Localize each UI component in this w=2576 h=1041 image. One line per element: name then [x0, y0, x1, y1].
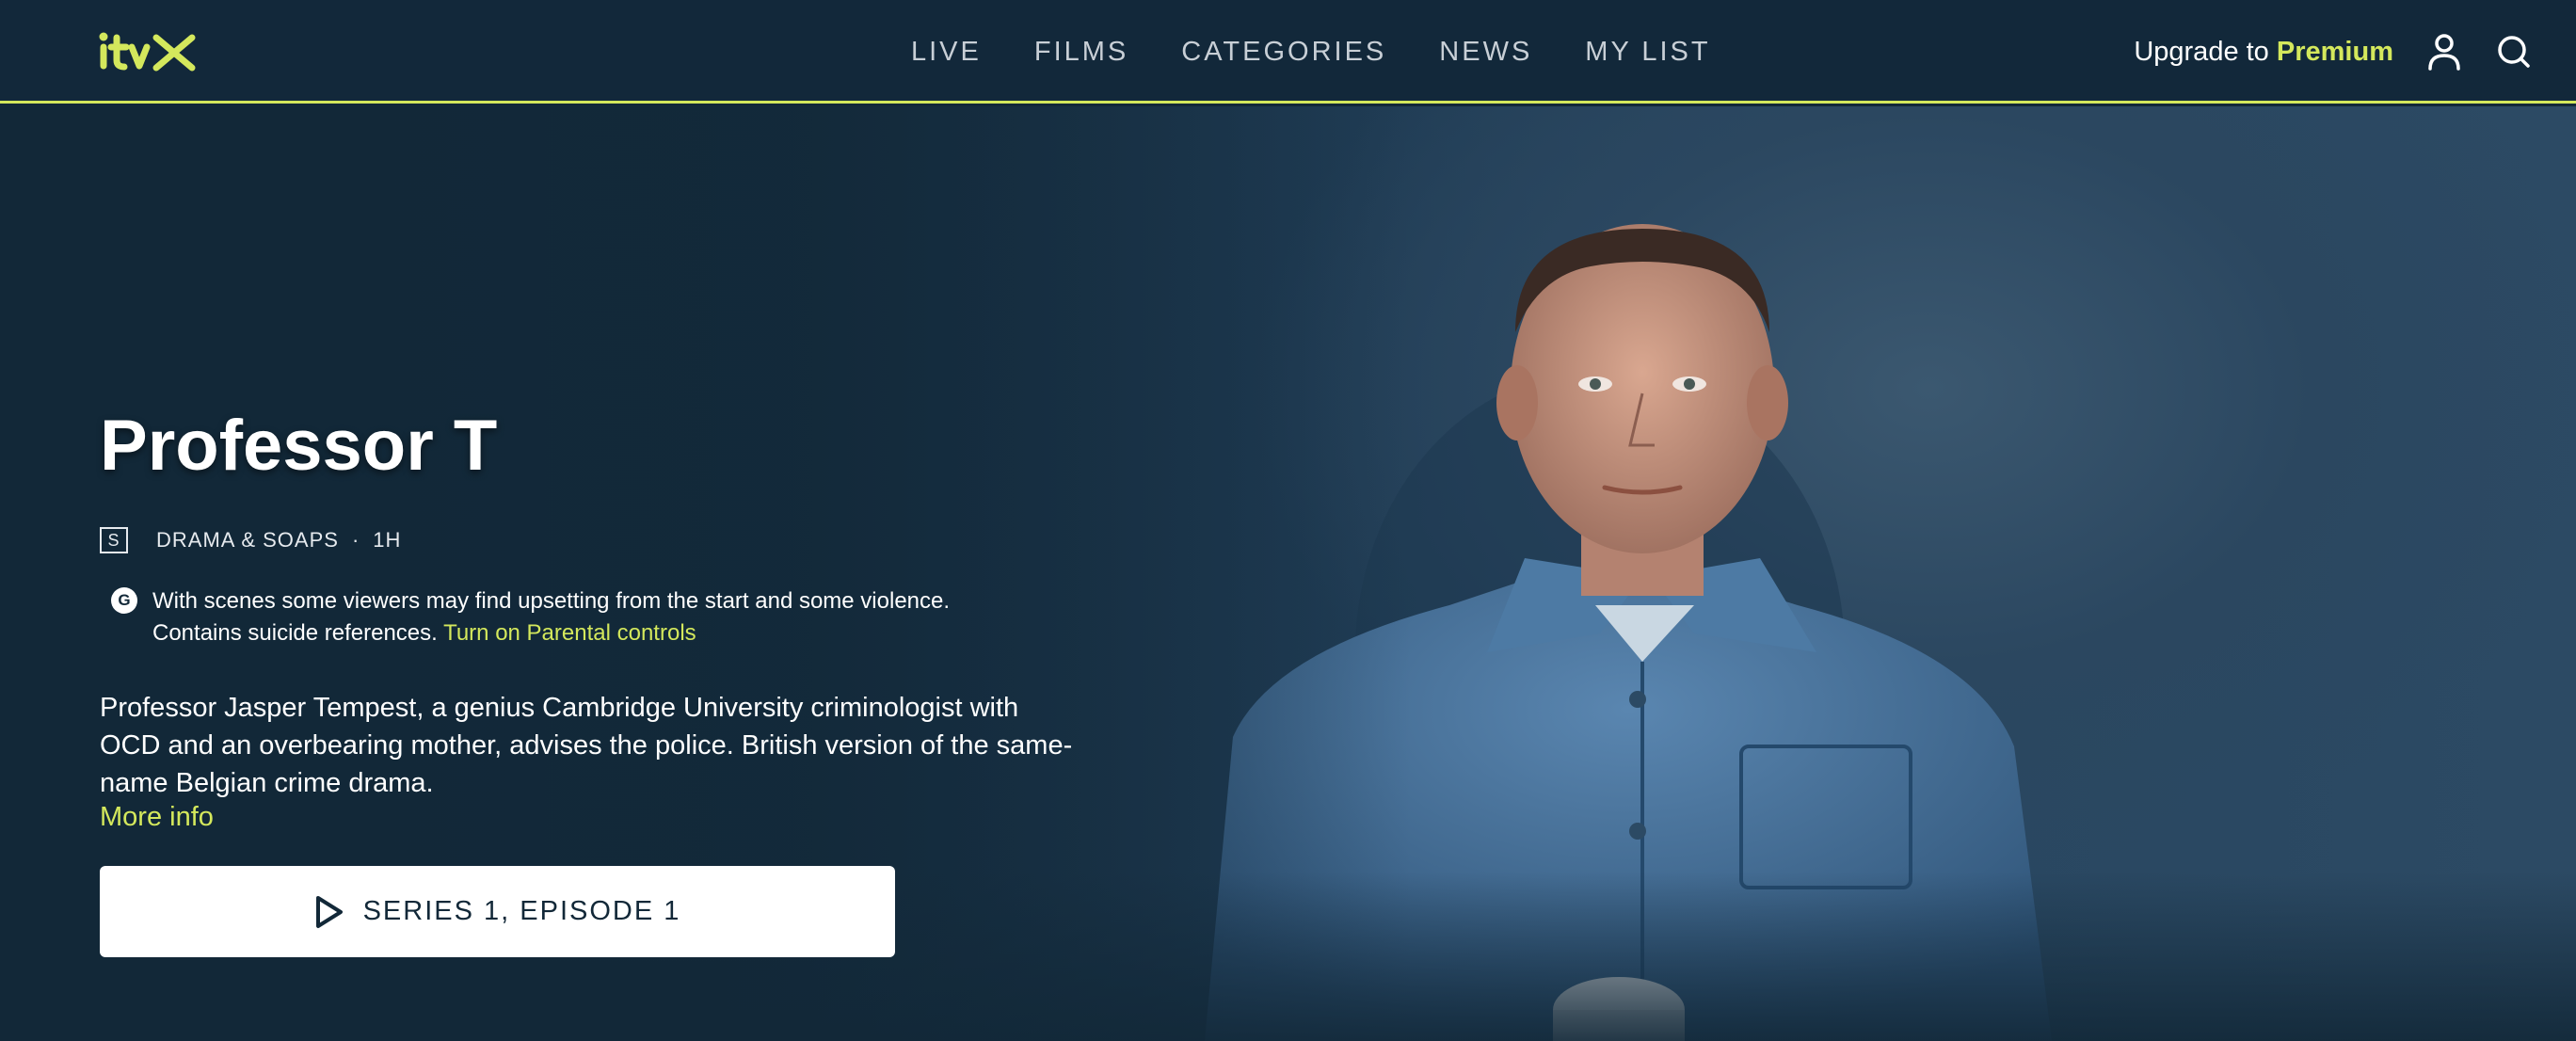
nav-my-list[interactable]: MY LIST: [1585, 37, 1710, 68]
show-title: Professor T: [100, 406, 498, 486]
premium-label: Premium: [2276, 36, 2393, 67]
play-episode-button[interactable]: SERIES 1, EPISODE 1: [100, 866, 895, 957]
more-info-link[interactable]: More info: [100, 802, 214, 833]
nav-categories[interactable]: CATEGORIES: [1181, 37, 1386, 68]
genre-label: DRAMA & SOAPS: [156, 528, 339, 552]
main-navigation: LIVE FILMS CATEGORIES NEWS MY LIST: [911, 0, 1711, 104]
play-button-label: SERIES 1, EPISODE 1: [362, 896, 681, 926]
show-synopsis: Professor Jasper Tempest, a genius Cambr…: [100, 693, 1073, 798]
guidance-line-2: Contains suicide references.: [152, 620, 438, 646]
header-actions: Upgrade to Premium: [2134, 0, 2533, 104]
guidance-icon: G: [111, 587, 137, 614]
nav-films[interactable]: FILMS: [1034, 37, 1128, 68]
nav-live[interactable]: LIVE: [911, 37, 982, 68]
top-nav-bar: LIVE FILMS CATEGORIES NEWS MY LIST Upgra…: [0, 0, 2576, 104]
play-icon: [315, 895, 343, 928]
nav-news[interactable]: NEWS: [1439, 37, 1532, 68]
duration-label: 1H: [373, 528, 402, 552]
guidance-warning: G With scenes some viewers may find upse…: [111, 585, 1071, 649]
upgrade-prefix: Upgrade to: [2134, 36, 2269, 67]
parental-controls-link[interactable]: Turn on Parental controls: [443, 620, 696, 646]
search-icon[interactable]: [2495, 33, 2533, 71]
show-meta: S DRAMA & SOAPS · 1H: [100, 527, 401, 553]
user-icon[interactable]: [2425, 33, 2463, 71]
itvx-logo[interactable]: [98, 30, 201, 73]
upgrade-link[interactable]: Upgrade to Premium: [2134, 37, 2393, 68]
meta-separator: ·: [351, 528, 360, 552]
subtitles-badge: S: [100, 527, 128, 553]
guidance-line-1: With scenes some viewers may find upsett…: [152, 588, 951, 614]
